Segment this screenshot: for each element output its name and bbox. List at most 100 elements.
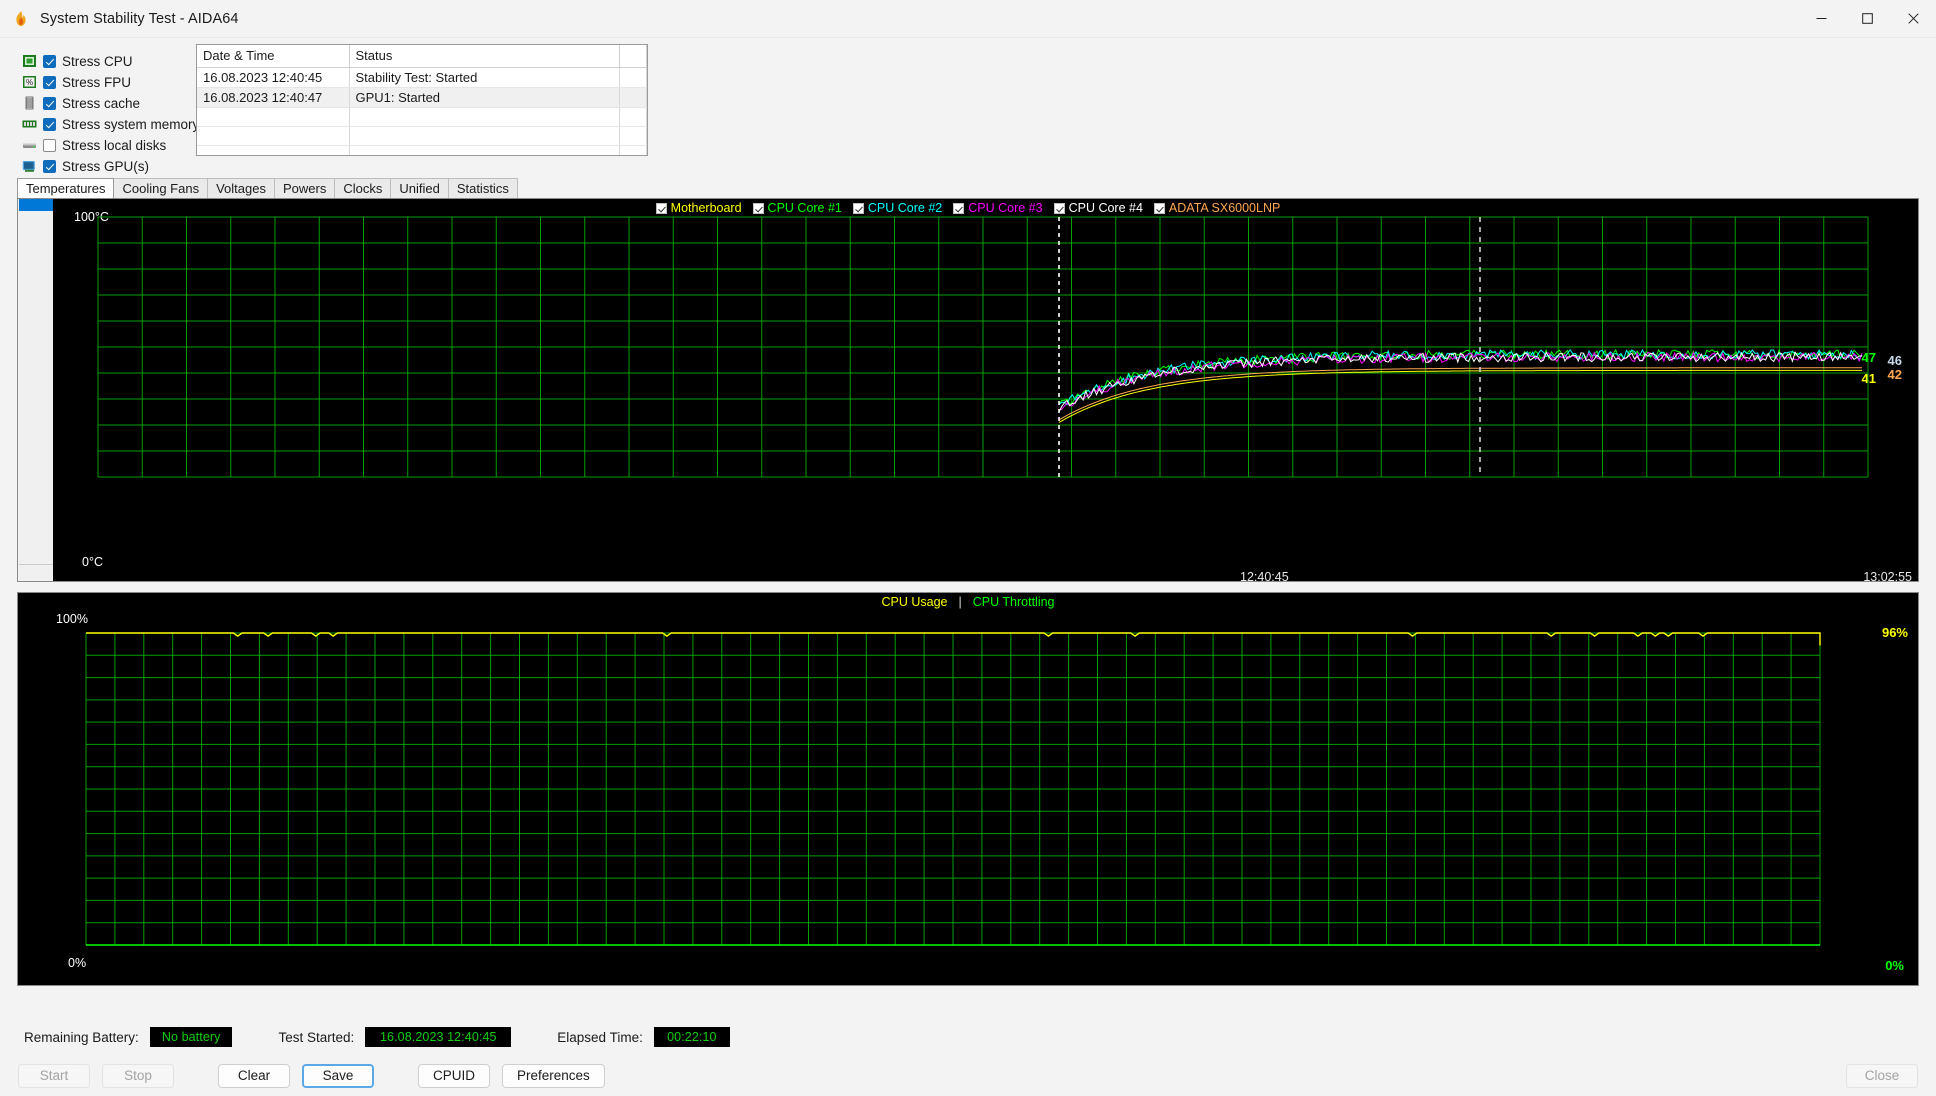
window-controls: [1798, 0, 1936, 38]
scroll-arrow-down[interactable]: [19, 564, 53, 581]
temp-series-cpu-core-4: [1058, 351, 1863, 413]
hard-disk-icon: [22, 138, 37, 152]
tab-voltages[interactable]: Voltages: [207, 178, 275, 198]
battery-value: No battery: [149, 1027, 233, 1047]
table-header-row: Date & Time Status: [197, 45, 647, 68]
legend-label-cpu-usage[interactable]: CPU Usage: [882, 595, 948, 609]
elapsed-time-label: Elapsed Time:: [557, 1029, 643, 1045]
tab-unified[interactable]: Unified: [390, 178, 449, 198]
legend-checkbox[interactable]: [1053, 202, 1065, 214]
stress-option-disks[interactable]: Stress local disks: [22, 135, 190, 155]
stress-disks-checkbox[interactable]: [43, 138, 56, 152]
top-panel: Stress CPU % Stress FPU Stress cache Str…: [0, 38, 1936, 178]
legend-checkbox[interactable]: [1153, 202, 1165, 214]
stress-gpu-label: Stress GPU(s): [62, 158, 150, 174]
temperatures-scroll-strip[interactable]: [18, 199, 54, 581]
table-row[interactable]: 16.08.2023 12:40:47 GPU1: Started: [197, 87, 647, 108]
log-spare: [619, 67, 647, 88]
cpu-usage-legend: CPU Usage | CPU Throttling: [18, 595, 1918, 609]
legend-item-cpu-core-1[interactable]: CPU Core #1: [752, 201, 842, 215]
legend-label: CPU Core #2: [867, 201, 943, 215]
minimize-button[interactable]: [1798, 0, 1844, 38]
temp-series-cpu-core-2: [1058, 348, 1863, 406]
legend-item-cpu-core-4[interactable]: CPU Core #4: [1053, 201, 1143, 215]
preferences-button[interactable]: Preferences: [502, 1063, 605, 1088]
tab-strip: Temperatures Cooling Fans Voltages Power…: [0, 178, 1936, 198]
stop-button[interactable]: Stop: [102, 1063, 174, 1088]
temp-series-motherboard: [1058, 369, 1862, 423]
table-row-empty[interactable]: [197, 126, 647, 146]
event-log-table[interactable]: Date & Time Status 16.08.2023 12:40:45 S…: [196, 44, 648, 156]
stress-disks-label: Stress local disks: [62, 137, 167, 153]
tab-powers[interactable]: Powers: [273, 178, 336, 198]
start-button[interactable]: Start: [18, 1063, 90, 1088]
tab-statistics[interactable]: Statistics: [447, 178, 518, 198]
aida64-flame-icon: [12, 10, 30, 28]
log-spare: [619, 87, 647, 108]
stress-gpu-checkbox[interactable]: [43, 159, 56, 173]
column-header-datetime[interactable]: Date & Time: [197, 45, 350, 68]
legend-item-cpu-core-3[interactable]: CPU Core #3: [953, 201, 1043, 215]
table-row-empty[interactable]: [197, 145, 647, 155]
legend-checkbox[interactable]: [655, 202, 667, 214]
stress-cpu-label: Stress CPU: [62, 53, 133, 69]
battery-label: Remaining Battery:: [24, 1029, 139, 1045]
stress-memory-checkbox[interactable]: [43, 117, 56, 131]
stress-option-fpu[interactable]: % Stress FPU: [22, 72, 190, 92]
svg-text:%: %: [26, 78, 33, 87]
fpu-percent-icon: %: [22, 75, 37, 89]
aida64-stability-test-window: System Stability Test - AIDA64 Stress CP…: [0, 0, 1936, 1096]
log-datetime: 16.08.2023 12:40:47: [197, 87, 350, 108]
log-status: Stability Test: Started: [349, 67, 620, 88]
legend-label-cpu-throttling[interactable]: CPU Throttling: [973, 595, 1055, 609]
table-row-empty[interactable]: [197, 107, 647, 127]
close-dialog-button[interactable]: Close: [1846, 1063, 1918, 1088]
stress-option-cpu[interactable]: Stress CPU: [22, 51, 190, 71]
legend-label: CPU Core #1: [767, 201, 842, 215]
legend-item-cpu-core-2[interactable]: CPU Core #2: [852, 201, 943, 215]
stress-cpu-checkbox[interactable]: [43, 54, 56, 68]
temperatures-plot: [97, 216, 1869, 478]
test-started-label: Test Started:: [278, 1029, 355, 1045]
legend-checkbox[interactable]: [852, 202, 864, 214]
tab-cooling-fans[interactable]: Cooling Fans: [113, 178, 209, 198]
tab-temperatures[interactable]: Temperatures: [17, 178, 115, 198]
legend-item-adata-sx6000lnp[interactable]: ADATA SX6000LNP: [1153, 201, 1281, 215]
legend-label: CPU Core #3: [968, 201, 1043, 215]
cache-icon: [22, 96, 37, 110]
stress-cache-label: Stress cache: [62, 95, 141, 111]
graph-area: Motherboard CPU Core #1 CPU Core #2 CPU …: [0, 198, 1936, 1020]
column-header-spare[interactable]: [619, 45, 647, 68]
temp-series-cpu-core-1: [1058, 348, 1863, 405]
save-button[interactable]: Save: [302, 1063, 374, 1088]
maximize-button[interactable]: [1844, 0, 1890, 38]
temp-value-cpu-core-4: 46: [1887, 353, 1902, 368]
legend-checkbox[interactable]: [752, 202, 764, 214]
tab-clocks[interactable]: Clocks: [334, 178, 392, 198]
table-row[interactable]: 16.08.2023 12:40:45 Stability Test: Star…: [197, 67, 647, 88]
legend-item-motherboard[interactable]: Motherboard: [655, 201, 742, 215]
stress-cache-checkbox[interactable]: [43, 96, 56, 110]
stress-memory-label: Stress system memory: [62, 116, 200, 132]
title-bar: System Stability Test - AIDA64: [0, 0, 1936, 38]
legend-label: ADATA SX6000LNP: [1168, 201, 1281, 215]
legend-separator: |: [958, 595, 962, 609]
log-datetime: 16.08.2023 12:40:45: [197, 67, 350, 88]
cpuid-button[interactable]: CPUID: [418, 1063, 491, 1088]
button-bar: Start Stop Clear Save CPUID Preferences …: [0, 1054, 1936, 1096]
column-header-status[interactable]: Status: [349, 45, 620, 68]
stress-option-memory[interactable]: Stress system memory: [22, 114, 199, 134]
elapsed-time-value: 00:22:10: [653, 1027, 730, 1047]
stress-option-gpu[interactable]: Stress GPU(s): [22, 156, 190, 176]
close-button[interactable]: [1890, 0, 1936, 38]
status-bar: Remaining Battery: No battery Test Start…: [0, 1020, 1936, 1054]
temp-value-adata: 42: [1887, 367, 1902, 382]
temperatures-legend: Motherboard CPU Core #1 CPU Core #2 CPU …: [18, 201, 1918, 215]
legend-label: CPU Core #4: [1068, 201, 1143, 215]
temp-series-adata-sx6000lnp: [1058, 367, 1862, 421]
legend-checkbox[interactable]: [953, 202, 965, 214]
stress-option-cache[interactable]: Stress cache: [22, 93, 190, 113]
stress-fpu-checkbox[interactable]: [43, 75, 56, 89]
clear-button[interactable]: Clear: [218, 1063, 290, 1088]
legend-label: Motherboard: [670, 201, 742, 215]
